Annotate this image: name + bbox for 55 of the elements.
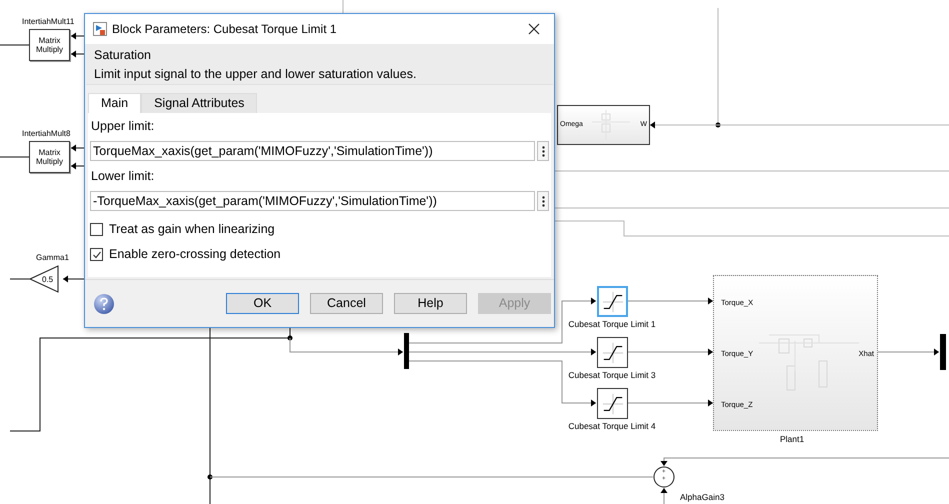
close-icon (528, 23, 540, 35)
signal-line (70, 144, 84, 152)
matrix-multiply-block[interactable]: Matrix Multiply (29, 141, 70, 173)
signal-line (10, 278, 30, 280)
block-label: Cubesat Torque Limit 3 (567, 370, 657, 380)
block-description: Limit input signal to the upper and lower saturation values. (94, 66, 418, 83)
tab[interactable]: Signal Attributes (141, 93, 258, 113)
saturation-block[interactable] (597, 286, 628, 317)
options-button[interactable] (537, 141, 549, 161)
block-type-heading: Saturation (94, 47, 152, 64)
block-label: IntertiahMult11 (22, 16, 74, 28)
saturation-block[interactable] (597, 388, 628, 419)
signal-line (62, 276, 84, 282)
block-app-icon (93, 22, 107, 36)
block-label: AlphaGain3 (680, 491, 724, 504)
signal-line (0, 44, 30, 46)
more-options-icon (542, 146, 545, 156)
block-label: IntertiahMult8 (22, 128, 70, 140)
tab[interactable]: Main (88, 93, 142, 113)
matrix-multiply-block[interactable]: Matrix Multiply (29, 29, 70, 61)
block-label: Cubesat Torque Limit 1 (567, 319, 657, 329)
signal-line (660, 488, 668, 504)
block-label: Plant1 (780, 433, 804, 446)
signal-line (0, 156, 30, 158)
checkmark-icon (92, 250, 102, 260)
sum-circle (654, 466, 674, 488)
input-field[interactable]: -TorqueMax_xaxis(get_param('MIMOFuzzy','SimulationTime')) (90, 191, 536, 211)
checkbox[interactable] (90, 223, 103, 236)
saturation-curve-icon (602, 392, 624, 414)
options-button[interactable] (537, 191, 549, 211)
block-label: Cubesat Torque Limit 4 (567, 421, 657, 431)
input-field[interactable]: TorqueMax_xaxis(get_param('MIMOFuzzy','SimulationTime')) (90, 141, 536, 161)
more-options-icon (542, 196, 545, 206)
saturation-block[interactable] (597, 337, 628, 368)
dialog-button[interactable]: Help (394, 293, 467, 314)
checkbox-label: Treat as gain when linearizing (109, 221, 275, 238)
dialog-button[interactable]: Cancel (310, 293, 383, 314)
signal-line (70, 50, 84, 58)
window-title: Block Parameters: Cubesat Torque Limit 1 (112, 21, 337, 38)
signal-line (342, 0, 344, 14)
signal-line (70, 162, 84, 170)
subsystem-preview-drawing (592, 110, 632, 140)
checkbox-label: Enable zero-crossing detection (109, 246, 281, 264)
gain-triangle (28, 265, 58, 293)
dialog-button[interactable]: OK (226, 293, 299, 314)
signal-line (70, 32, 84, 40)
help-icon[interactable] (93, 292, 115, 314)
checkbox[interactable] (90, 248, 103, 261)
gain-value: 0.5 (42, 274, 54, 286)
saturation-curve-icon (602, 290, 624, 312)
field-label: Upper limit: (91, 118, 156, 135)
signal-line (878, 348, 940, 356)
field-label: Lower limit: (91, 168, 156, 185)
saturation-curve-icon (602, 342, 624, 364)
block-label: Gamma1 (36, 252, 69, 264)
